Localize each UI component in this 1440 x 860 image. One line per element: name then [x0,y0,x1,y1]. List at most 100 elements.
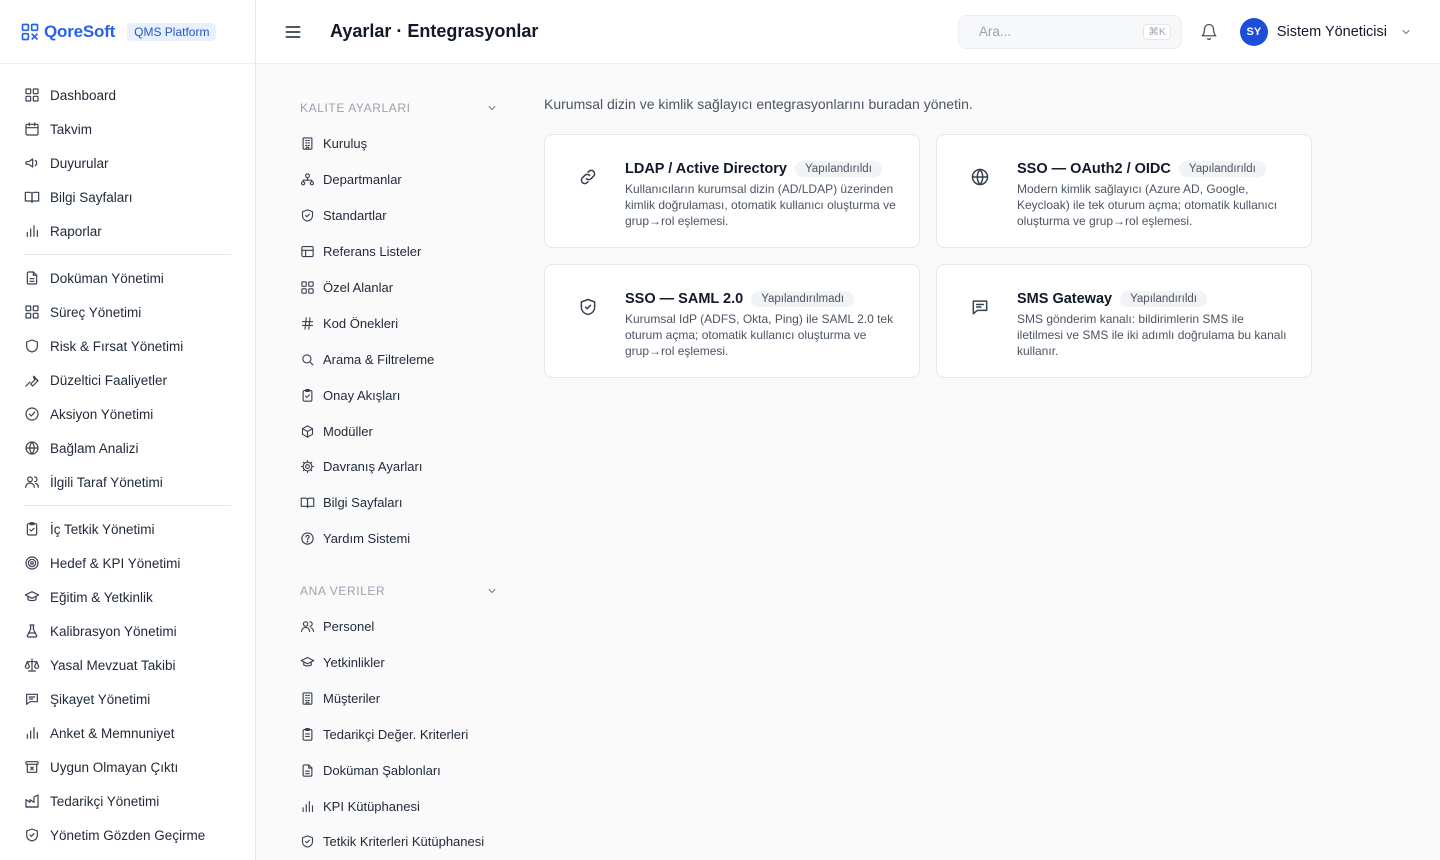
help-circle-icon [300,531,315,546]
flask-icon [24,623,40,639]
card-title: SSO — OAuth2 / OIDC [1017,161,1171,177]
sidebar-item-anket-memnuniyet[interactable]: Anket & Memnuniyet [24,716,231,750]
message-icon [970,297,990,317]
subnav-item-yardim-sistemi[interactable]: Yardım Sistemi [300,521,498,557]
sidebar-item-ilgili-taraf-yonetimi[interactable]: İlgili Taraf Yönetimi [24,465,231,499]
globe-icon [970,167,990,187]
sidebar-item-sikayet-yonetimi[interactable]: Şikayet Yönetimi [24,682,231,716]
card-body: SMS Gateway Yapılandırıldı SMS gönderim … [1017,291,1289,377]
avatar: SY [1239,17,1268,46]
integration-card-sso-oauth2-oidc[interactable]: SSO — OAuth2 / OIDC Yapılandırıldı Moder… [936,134,1312,248]
nav-divider [24,505,231,506]
subnav-item-tetkik-kriterleri-kutuphanesi[interactable]: Tetkik Kriterleri Kütüphanesi [300,824,498,860]
sidebar-item-label: Dashboard [50,87,117,103]
subnav-item-standartlar[interactable]: Standartlar [300,198,498,234]
subnav-item-musteriler[interactable]: Müşteriler [300,680,498,716]
building-icon [300,136,315,151]
search-icon [300,352,315,367]
sidebar-item-label: Düzeltici Faaliyetler [50,372,168,388]
chevron-down-icon [1402,29,1410,34]
sidebar-item-surec-yonetimi[interactable]: Süreç Yönetimi [24,295,231,329]
sidebar-item-yasal-mevzuat-takibi[interactable]: Yasal Mevzuat Takibi [24,648,231,682]
integration-card-sso-saml-2-0[interactable]: SSO — SAML 2.0 Yapılandırılmadı Kurumsal… [544,264,920,378]
sidebar-item-bilgi-sayfalari[interactable]: Bilgi Sayfaları [24,180,231,214]
sidebar-item-risk-firsat-yonetimi[interactable]: Risk & Fırsat Yönetimi [24,329,231,363]
target-icon [24,555,40,571]
subnav-item-kpi-kutuphanesi[interactable]: KPI Kütüphanesi [300,788,498,824]
sidebar-item-label: Süreç Yönetimi [50,304,142,320]
sidebar-item-dashboard[interactable]: Dashboard [24,78,231,112]
card-title: LDAP / Active Directory [625,161,787,177]
subnav-item-label: Müşteriler [323,690,381,706]
integration-card-ldap-active-directory[interactable]: LDAP / Active Directory Yapılandırıldı K… [544,134,920,248]
search-input[interactable]: Ara... ⌘K [957,14,1182,49]
subnav-item-referans-listeler[interactable]: Referans Listeler [300,234,498,270]
sidebar-item-kalibrasyon-yonetimi[interactable]: Kalibrasyon Yönetimi [24,614,231,648]
wrench-icon [24,372,40,388]
clipboard-check-icon [300,388,315,403]
card-header: SMS Gateway Yapılandırıldı [1017,291,1289,307]
subnav-item-personel[interactable]: Personel [300,609,498,645]
sidebar-item-aksiyon-yonetimi[interactable]: Aksiyon Yönetimi [24,397,231,431]
subnav-item-bilgi-sayfalari[interactable]: Bilgi Sayfaları [300,485,498,521]
grid-icon [24,87,40,103]
sidebar-item-dokuman-yonetimi[interactable]: Doküman Yönetimi [24,261,231,295]
message-icon [24,691,40,707]
subnav-item-dokuman-sablonlari[interactable]: Doküman Şablonları [300,752,498,788]
user-menu[interactable]: SY Sistem Yöneticisi [1239,17,1412,46]
integration-card-sms-gateway[interactable]: SMS Gateway Yapılandırıldı SMS gönderim … [936,264,1312,378]
subnav-item-departmanlar[interactable]: Departmanlar [300,162,498,198]
sidebar-item-label: Yasal Mevzuat Takibi [50,657,176,673]
logo[interactable]: QoreSoft [20,22,115,42]
book-icon [300,495,315,510]
sidebar-item-hedef-kpi-yonetimi[interactable]: Hedef & KPI Yönetimi [24,546,231,580]
users-icon [300,619,315,634]
sidebar-item-ic-tetkik-yonetimi[interactable]: İç Tetkik Yönetimi [24,512,231,546]
chevron-down-icon [486,585,498,597]
subnav-item-kod-onekleri[interactable]: Kod Önekleri [300,305,498,341]
shield-check-icon [578,297,598,317]
sidebar-item-tedarikci-yonetimi[interactable]: Tedarikçi Yönetimi [24,784,231,818]
subnav-section-ana-veriler[interactable]: Ana Veriler [300,581,498,601]
building-icon [300,691,315,706]
subnav-item-arama-filtreleme[interactable]: Arama & Filtreleme [300,341,498,377]
subnav-item-ozel-alanlar[interactable]: Özel Alanlar [300,270,498,306]
sidebar-item-egitim-yetkinlik[interactable]: Eğitim & Yetkinlik [24,580,231,614]
logo-text: QoreSoft [44,21,116,41]
card-description: Kullanıcıların kurumsal dizin (AD/LDAP) … [625,182,896,228]
subnav-item-kurulus[interactable]: Kuruluş [300,126,498,162]
menu-icon[interactable] [283,22,303,42]
link-icon [578,167,598,187]
card-header: SSO — SAML 2.0 Yapılandırılmadı [625,291,897,307]
card-header: LDAP / Active Directory Yapılandırıldı [625,161,897,177]
users-icon [24,474,40,490]
sidebar-item-uygun-olmayan-cikti[interactable]: Uygun Olmayan Çıktı [24,750,231,784]
subnav-section-kalite-ayarlari[interactable]: Kalite Ayarları [300,98,498,118]
sidebar-item-label: Şikayet Yönetimi [50,691,151,707]
card-description: Modern kimlik sağlayıcı (Azure AD, Googl… [1017,182,1278,228]
sidebar-item-yonetim-gozden-gecirme[interactable]: Yönetim Gözden Geçirme [24,818,231,852]
subnav-item-davranis-ayarlari[interactable]: Davranış Ayarları [300,449,498,485]
subnav-item-onay-akislari[interactable]: Onay Akışları [300,377,498,413]
subnav-item-label: Yardım Sistemi [323,531,411,547]
card-title: SSO — SAML 2.0 [625,291,744,307]
calendar-icon [24,121,40,137]
sidebar-item-label: Bağlam Analizi [50,440,139,456]
archive-x-icon [24,759,40,775]
megaphone-icon [24,155,40,171]
subnav-item-label: Arama & Filtreleme [323,351,435,367]
subnav-item-yetkinlikler[interactable]: Yetkinlikler [300,645,498,681]
sidebar-item-baglam-analizi[interactable]: Bağlam Analizi [24,431,231,465]
sidebar-item-takvim[interactable]: Takvim [24,112,231,146]
bell-icon[interactable] [1200,23,1218,41]
subnav-item-tedarikci-deger-kriterleri[interactable]: Tedarikçi Değer. Kriterleri [300,716,498,752]
subnav-item-moduller[interactable]: Modüller [300,413,498,449]
sidebar-item-label: Eğitim & Yetkinlik [50,589,153,605]
sidebar-item-duzeltici-faaliyetler[interactable]: Düzeltici Faaliyetler [24,363,231,397]
sidebar-item-duyurular[interactable]: Duyurular [24,146,231,180]
subnav-item-label: Departmanlar [323,172,402,188]
sidebar-item-raporlar[interactable]: Raporlar [24,214,231,248]
document-icon [300,763,315,778]
subnav-item-label: Onay Akışları [323,387,401,403]
